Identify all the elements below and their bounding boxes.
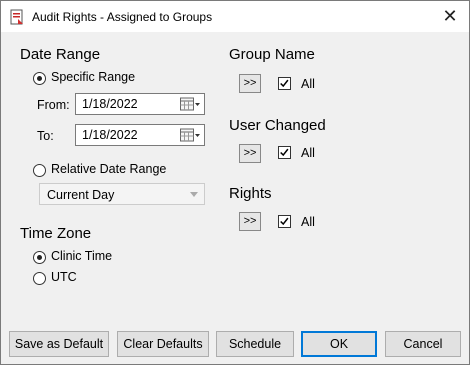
specific-range-radio[interactable] bbox=[33, 72, 46, 85]
group-name-select-button[interactable]: >> bbox=[239, 74, 261, 93]
to-label: To: bbox=[37, 129, 54, 143]
relative-range-label: Relative Date Range bbox=[51, 162, 167, 176]
schedule-button[interactable]: Schedule bbox=[216, 331, 294, 357]
from-label: From: bbox=[37, 98, 70, 112]
chevron-down-icon bbox=[190, 192, 198, 197]
rights-select-button[interactable]: >> bbox=[239, 212, 261, 231]
ok-button[interactable]: OK bbox=[301, 331, 377, 357]
relative-range-select[interactable]: Current Day bbox=[39, 183, 205, 205]
checkmark-icon bbox=[280, 79, 289, 88]
group-name-all-label: All bbox=[301, 77, 315, 91]
dialog-window: Audit Rights - Assigned to Groups ✕ Date… bbox=[0, 0, 470, 365]
user-changed-all-checkbox[interactable] bbox=[278, 146, 291, 159]
group-name-all-checkbox[interactable] bbox=[278, 77, 291, 90]
calendar-dropdown-icon[interactable] bbox=[180, 128, 200, 143]
window-title: Audit Rights - Assigned to Groups bbox=[32, 10, 213, 24]
checkmark-icon bbox=[280, 148, 289, 157]
date-range-heading: Date Range bbox=[20, 46, 101, 63]
to-date-value: 1/18/2022 bbox=[82, 128, 138, 142]
checkmark-icon bbox=[280, 217, 289, 226]
user-changed-heading: User Changed bbox=[229, 117, 326, 134]
title-bar[interactable]: Audit Rights - Assigned to Groups ✕ bbox=[1, 1, 469, 32]
app-icon bbox=[10, 9, 23, 25]
close-icon[interactable]: ✕ bbox=[439, 5, 461, 27]
user-changed-select-button[interactable]: >> bbox=[239, 144, 261, 163]
cancel-button[interactable]: Cancel bbox=[385, 331, 461, 357]
from-date-field[interactable]: 1/18/2022 bbox=[75, 93, 205, 115]
to-date-field[interactable]: 1/18/2022 bbox=[75, 124, 205, 146]
clinic-time-label: Clinic Time bbox=[51, 249, 113, 263]
time-zone-heading: Time Zone bbox=[20, 225, 92, 242]
relative-range-value: Current Day bbox=[47, 188, 115, 202]
utc-label: UTC bbox=[51, 270, 77, 284]
rights-heading: Rights bbox=[229, 185, 272, 202]
clear-defaults-button[interactable]: Clear Defaults bbox=[117, 331, 209, 357]
clinic-time-radio[interactable] bbox=[33, 251, 46, 264]
specific-range-label: Specific Range bbox=[51, 70, 136, 84]
rights-all-checkbox[interactable] bbox=[278, 215, 291, 228]
calendar-dropdown-icon[interactable] bbox=[180, 97, 200, 112]
relative-range-radio[interactable] bbox=[33, 164, 46, 177]
utc-radio[interactable] bbox=[33, 272, 46, 285]
save-as-default-button[interactable]: Save as Default bbox=[9, 331, 109, 357]
from-date-value: 1/18/2022 bbox=[82, 97, 138, 111]
group-name-heading: Group Name bbox=[229, 46, 315, 63]
user-changed-all-label: All bbox=[301, 146, 315, 160]
rights-all-label: All bbox=[301, 215, 315, 229]
